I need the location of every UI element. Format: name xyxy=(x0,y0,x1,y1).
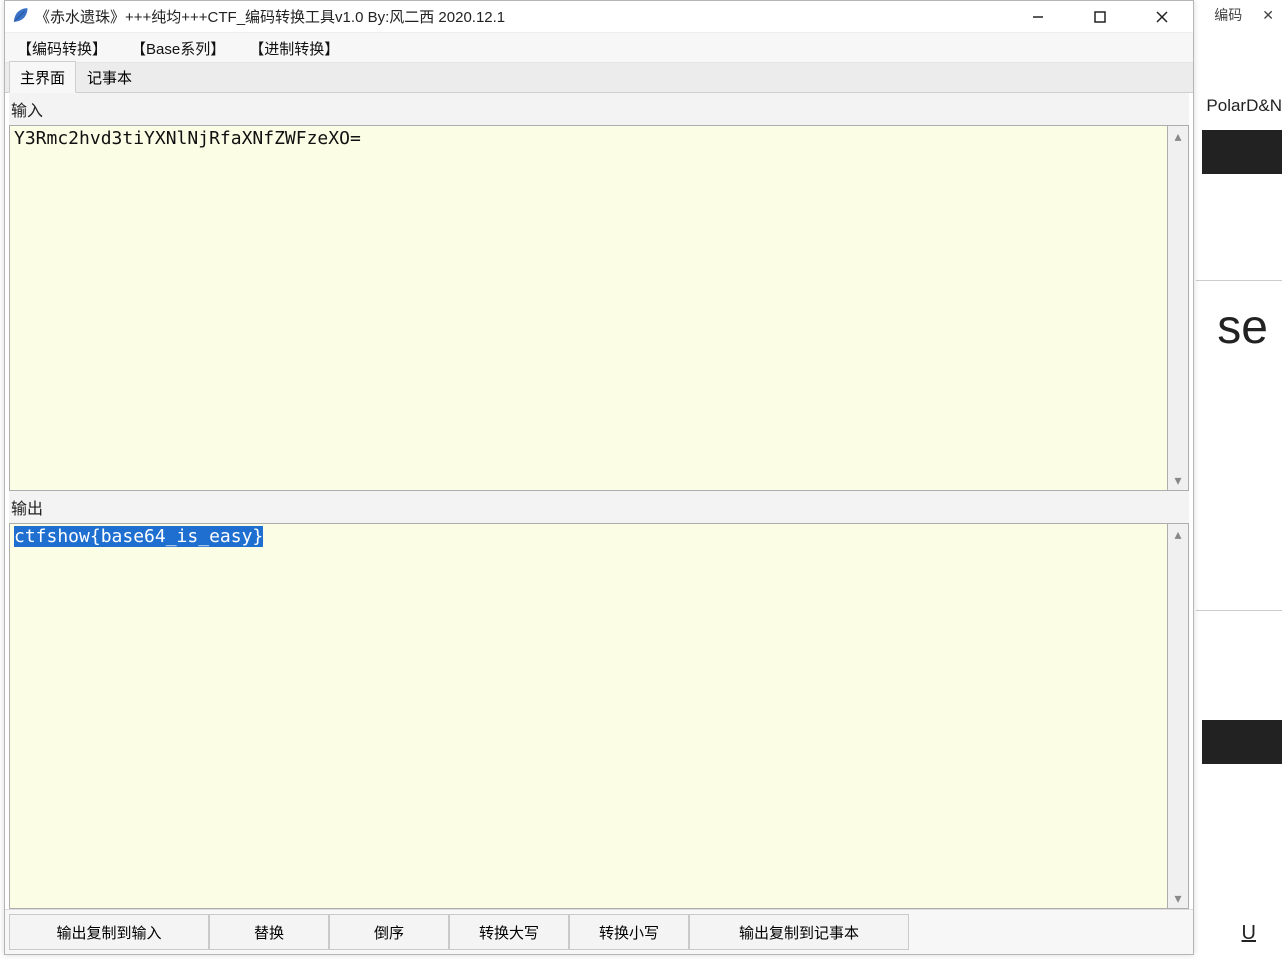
scroll-up-icon[interactable]: ▴ xyxy=(1168,524,1188,544)
panel-output: 输出 ctfshow{base64_is_easy} ▴ ▾ xyxy=(9,491,1189,909)
output-scrollbar[interactable]: ▴ ▾ xyxy=(1167,523,1189,909)
bg-se-text: se xyxy=(1217,300,1268,355)
maximize-button[interactable] xyxy=(1069,1,1131,32)
bg-dark-bar-top xyxy=(1202,130,1282,174)
input-textarea[interactable]: Y3Rmc2hvd3tiYXNlNjRfaXNfZWFzeXO= xyxy=(9,125,1167,491)
lowercase-button[interactable]: 转换小写 xyxy=(569,914,689,950)
tab-notepad[interactable]: 记事本 xyxy=(76,61,143,93)
titlebar[interactable]: 《赤水遗珠》+++纯均+++CTF_编码转换工具v1.0 By:风二西 2020… xyxy=(5,1,1193,33)
bg-partial-title: 编码 ✕ xyxy=(1192,0,1282,30)
bg-polar-label: PolarD&N xyxy=(1206,96,1282,116)
output-textarea[interactable]: ctfshow{base64_is_easy} xyxy=(9,523,1167,909)
output-label: 输出 xyxy=(9,491,1189,523)
bg-underline-u: U xyxy=(1242,922,1256,945)
copy-output-to-input-button[interactable]: 输出复制到输入 xyxy=(9,914,209,950)
minimize-button[interactable] xyxy=(1007,1,1069,32)
subtabs: 主界面 记事本 xyxy=(5,63,1193,93)
input-label: 输入 xyxy=(9,93,1189,125)
reverse-button[interactable]: 倒序 xyxy=(329,914,449,950)
menu-encode[interactable]: 【编码转换】 xyxy=(15,34,109,61)
main-window: 《赤水遗珠》+++纯均+++CTF_编码转换工具v1.0 By:风二西 2020… xyxy=(4,0,1194,955)
input-wrap: Y3Rmc2hvd3tiYXNlNjRfaXNfZWFzeXO= ▴ ▾ xyxy=(9,125,1189,491)
scroll-down-icon[interactable]: ▾ xyxy=(1168,888,1188,908)
tab-main[interactable]: 主界面 xyxy=(9,61,76,93)
copy-output-to-notepad-button[interactable]: 输出复制到记事本 xyxy=(689,914,909,950)
feather-icon xyxy=(11,6,29,27)
bg-partial-text: 编码 xyxy=(1214,5,1242,25)
bg-dark-bar-bottom xyxy=(1202,720,1282,764)
menu-base[interactable]: 【Base系列】 xyxy=(129,34,227,61)
input-scrollbar[interactable]: ▴ ▾ xyxy=(1167,125,1189,491)
uppercase-button[interactable]: 转换大写 xyxy=(449,914,569,950)
replace-button[interactable]: 替换 xyxy=(209,914,329,950)
bg-divider xyxy=(1196,280,1282,281)
scroll-down-icon[interactable]: ▾ xyxy=(1168,470,1188,490)
menubar: 【编码转换】 【Base系列】 【进制转换】 xyxy=(5,33,1193,63)
menu-radix[interactable]: 【进制转换】 xyxy=(247,34,341,61)
panels: 输入 Y3Rmc2hvd3tiYXNlNjRfaXNfZWFzeXO= ▴ ▾ … xyxy=(5,93,1193,909)
panel-input: 输入 Y3Rmc2hvd3tiYXNlNjRfaXNfZWFzeXO= ▴ ▾ xyxy=(9,93,1189,491)
window-title: 《赤水遗珠》+++纯均+++CTF_编码转换工具v1.0 By:风二西 2020… xyxy=(35,6,1007,27)
close-button[interactable] xyxy=(1131,1,1193,32)
window-controls xyxy=(1007,1,1193,32)
output-selected-text: ctfshow{base64_is_easy} xyxy=(14,526,263,547)
bg-close-icon: ✕ xyxy=(1262,7,1274,24)
bg-divider xyxy=(1196,610,1282,611)
output-wrap: ctfshow{base64_is_easy} ▴ ▾ xyxy=(9,523,1189,909)
scroll-up-icon[interactable]: ▴ xyxy=(1168,126,1188,146)
bottom-toolbar: 输出复制到输入 替换 倒序 转换大写 转换小写 输出复制到记事本 xyxy=(5,909,1193,954)
